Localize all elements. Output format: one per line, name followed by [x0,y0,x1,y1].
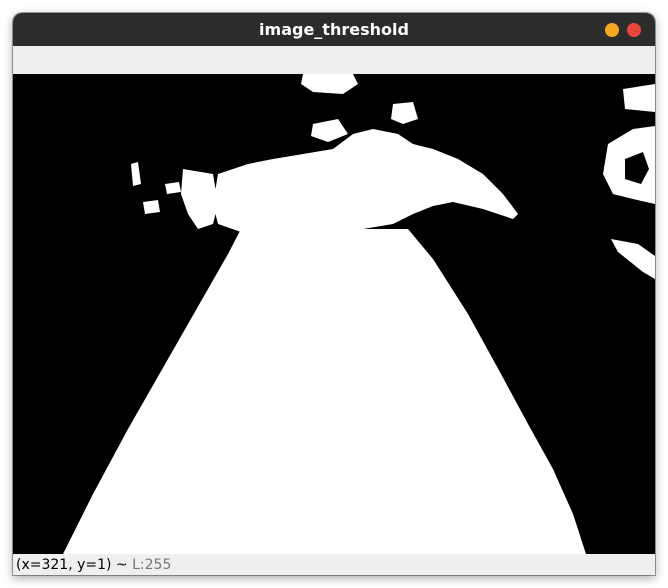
image-canvas[interactable] [13,74,655,554]
pixel-level: L:255 [132,557,172,573]
cursor-coordinates: (x=321, y=1) ~ [16,557,133,573]
app-window: image_threshold (x=321, y=1) ~ L:255 [13,13,655,575]
status-bar: (x=321, y=1) ~ L:255 [13,554,655,575]
minimize-button[interactable] [605,23,619,37]
left-speck-2 [143,200,160,214]
status-text: (x=321, y=1) ~ L:255 [16,557,171,573]
threshold-image [13,74,655,554]
toolbar [13,46,655,75]
left-speck-3 [165,182,181,194]
window-title: image_threshold [259,20,409,39]
close-button[interactable] [627,23,641,37]
title-bar[interactable]: image_threshold [13,13,655,46]
